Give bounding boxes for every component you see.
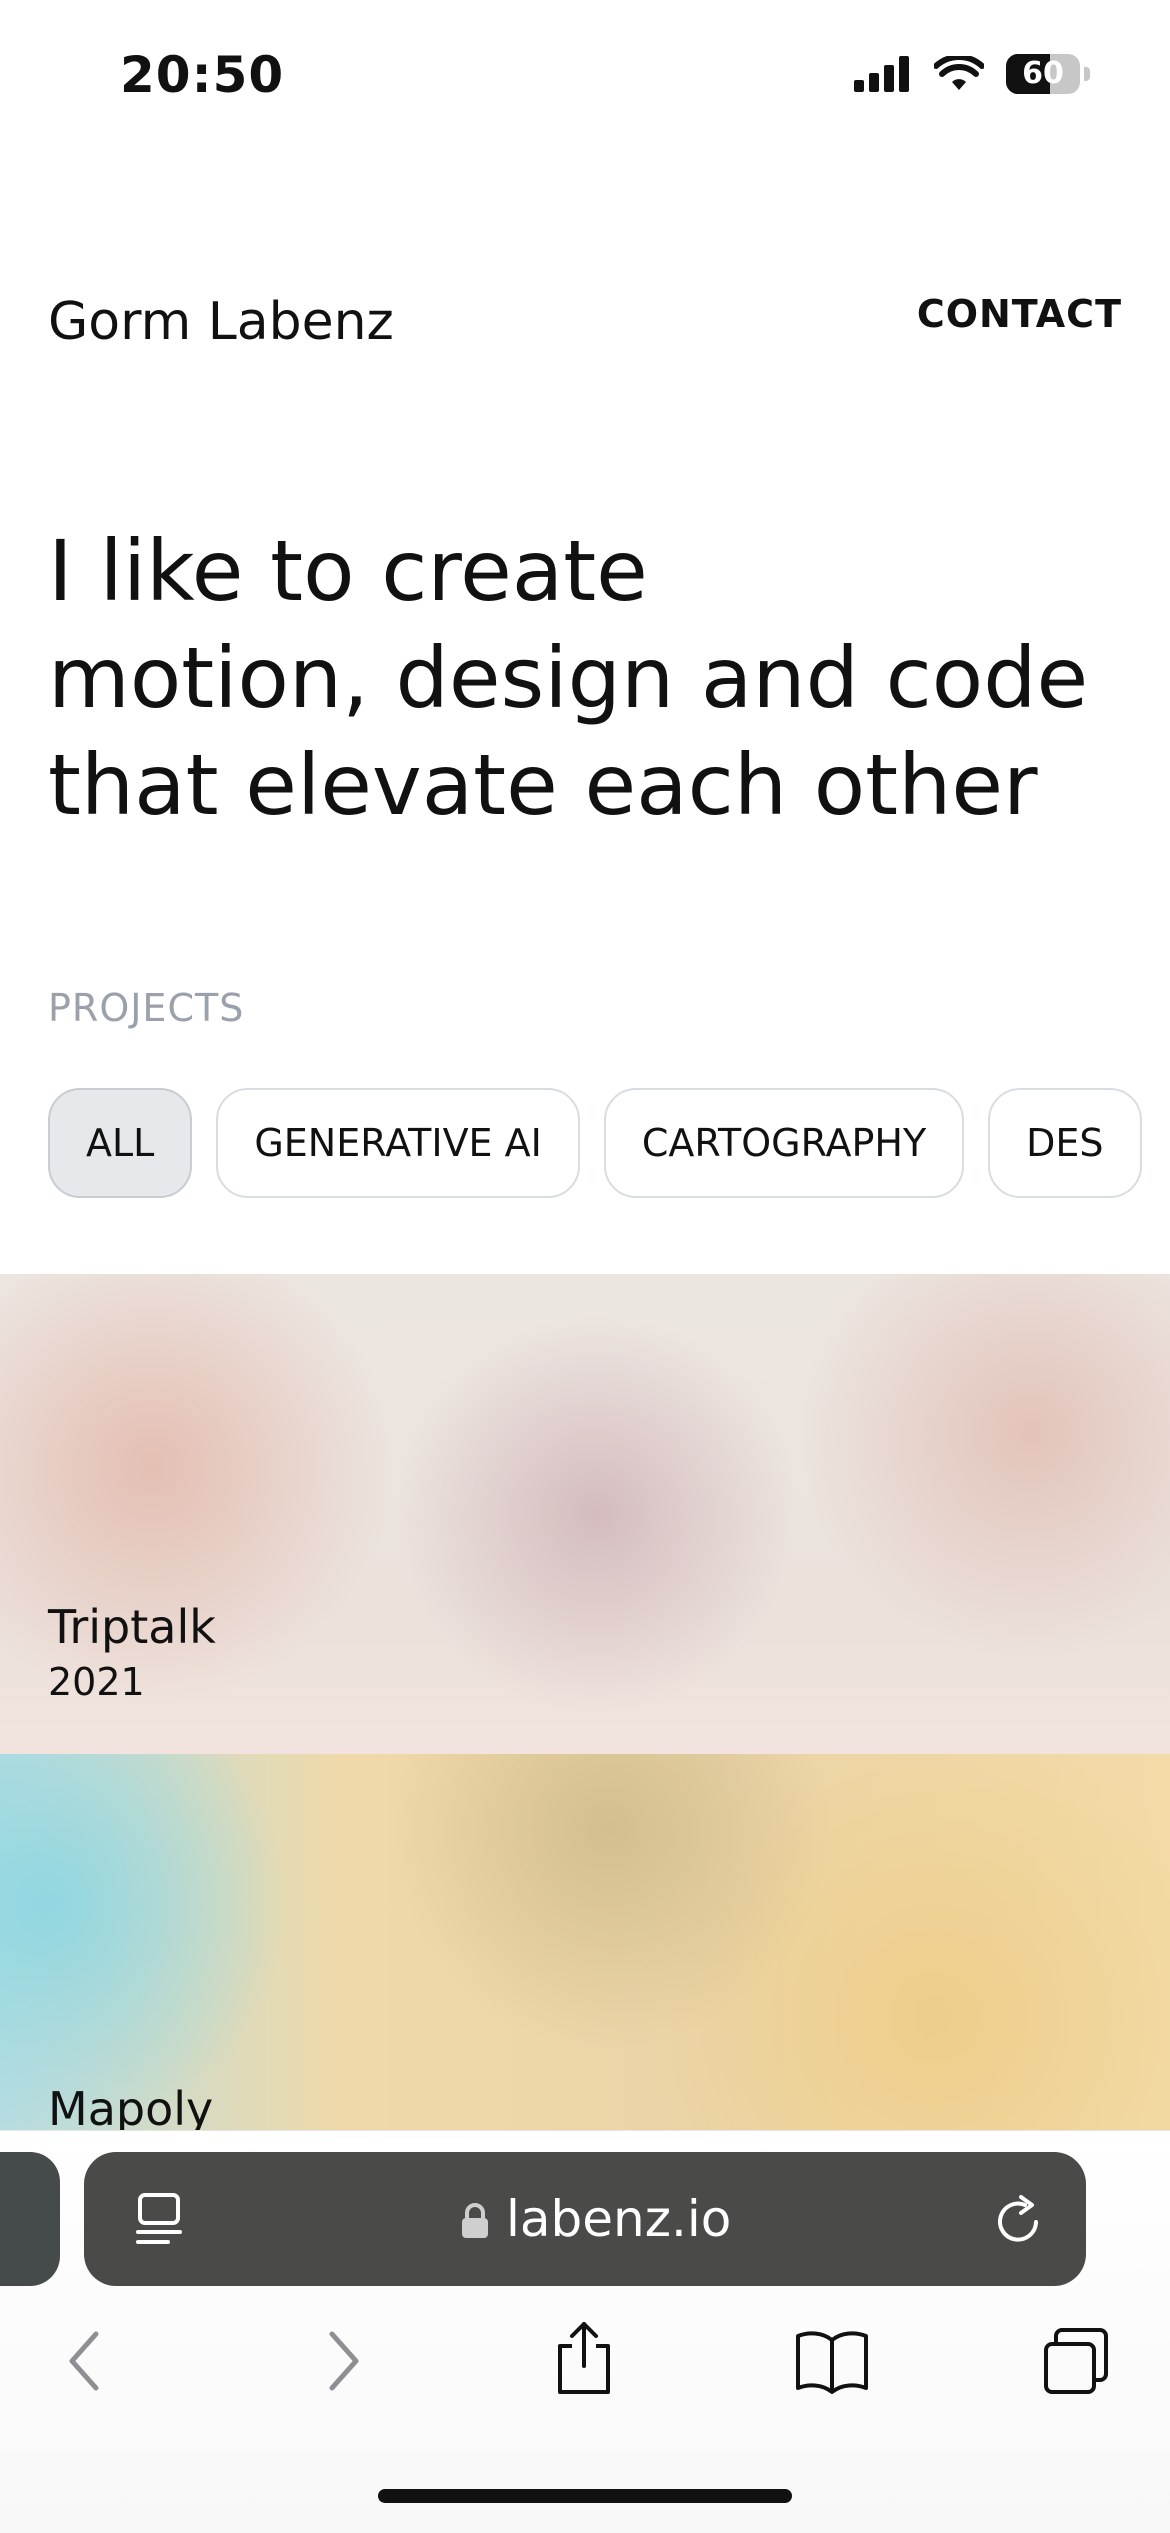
back-icon[interactable] — [62, 2326, 112, 2396]
project-title: Mapoly — [48, 2082, 214, 2130]
project-card-mapoly[interactable]: Mapoly — [0, 1754, 1170, 2130]
filter-chip-design[interactable]: DES — [988, 1088, 1142, 1198]
status-icons: 60 — [854, 54, 1090, 94]
filter-chips: ALL GENERATIVE AI CARTOGRAPHY DES — [48, 1088, 1142, 1198]
forward-icon[interactable] — [316, 2326, 366, 2396]
home-indicator — [378, 2489, 792, 2503]
bookmarks-icon[interactable] — [794, 2326, 870, 2396]
contact-link[interactable]: CONTACT — [917, 292, 1122, 336]
url-text[interactable]: labenz.io — [506, 2190, 731, 2248]
hero-line: that elevate each other — [48, 736, 1038, 834]
filter-chip-generative-ai[interactable]: GENERATIVE AI — [216, 1088, 580, 1198]
project-card-triptalk[interactable]: Triptalk 2021 — [0, 1274, 1170, 1754]
hero-line: I like to create — [48, 522, 648, 620]
lock-icon — [462, 2203, 488, 2238]
cellular-signal-icon — [854, 56, 909, 92]
filter-chip-cartography[interactable]: CARTOGRAPHY — [603, 1088, 965, 1198]
reload-icon[interactable] — [992, 2192, 1046, 2248]
projects-label: PROJECTS — [48, 986, 245, 1030]
hero-heading: I like to create motion, design and code… — [48, 518, 1128, 839]
battery-icon: 60 — [1006, 54, 1080, 94]
site-name[interactable]: Gorm Labenz — [48, 292, 394, 352]
previous-tab-preview[interactable] — [0, 2152, 60, 2286]
status-time: 20:50 — [120, 46, 285, 104]
tabs-icon[interactable] — [1042, 2326, 1112, 2396]
wifi-icon — [934, 56, 984, 90]
share-icon[interactable] — [552, 2318, 616, 2398]
battery-percentage: 60 — [1022, 56, 1064, 91]
hero-line: motion, design and code — [48, 629, 1089, 727]
filter-chip-all[interactable]: ALL — [48, 1088, 193, 1198]
project-title: Triptalk — [48, 1600, 216, 1654]
battery-cap — [1084, 67, 1090, 81]
project-year: 2021 — [48, 1660, 145, 1704]
reader-icon[interactable] — [134, 2192, 186, 2248]
